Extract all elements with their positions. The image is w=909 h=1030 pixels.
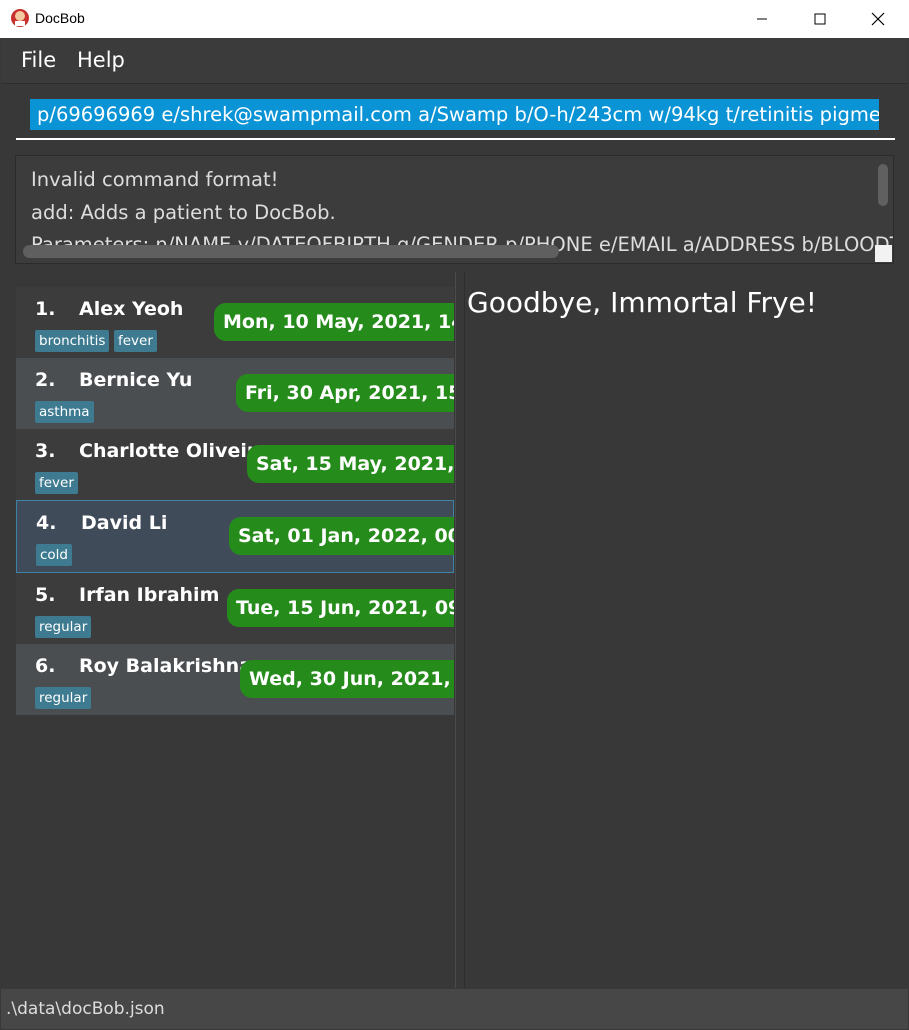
patient-tag: asthma	[35, 401, 94, 423]
data-file-path: .\data\docBob.json	[6, 999, 165, 1019]
patient-tag: regular	[35, 616, 92, 638]
patient-card[interactable]: 2. Bernice Yu asthma Fri, 30 Apr, 2021, …	[16, 358, 454, 429]
appointment-badge: Tue, 15 Jun, 2021, 09:00	[227, 589, 454, 627]
patient-card-selected[interactable]: 4. David Li cold Sat, 01 Jan, 2022, 00:0…	[16, 500, 454, 573]
details-message: Goodbye, Immortal Frye!	[467, 286, 817, 319]
vertical-scrollbar[interactable]	[878, 164, 888, 206]
result-display[interactable]: Invalid command format! add: Adds a pati…	[15, 155, 894, 264]
patient-card[interactable]: 1. Alex Yeoh bronchitis fever Mon, 10 Ma…	[16, 287, 454, 358]
command-input[interactable]: p/69696969 e/shrek@swampmail.com a/Swamp…	[30, 99, 879, 130]
status-bar: .\data\docBob.json	[1, 989, 908, 1029]
title-bar: DocBob	[0, 0, 909, 38]
close-icon	[871, 12, 885, 26]
details-panel	[466, 272, 907, 988]
appointment-badge: Wed, 30 Jun, 2021, 17:00	[240, 660, 454, 698]
minimize-icon	[757, 18, 767, 20]
appointment-badge: Sat, 15 May, 2021, 14:00	[247, 445, 454, 483]
patient-index: 3.	[35, 440, 56, 462]
patient-tag: cold	[36, 544, 73, 566]
patient-index: 4.	[36, 512, 57, 534]
appointment-badge: Mon, 10 May, 2021, 14:00	[214, 303, 454, 341]
menu-bar: File Help	[1, 38, 908, 84]
window-title: DocBob	[35, 10, 85, 26]
appointment-badge: Fri, 30 Apr, 2021, 15:00	[236, 374, 454, 412]
patient-tag: regular	[35, 687, 92, 709]
scroll-corner	[875, 245, 892, 262]
patient-name: Alex Yeoh	[79, 298, 184, 320]
patient-name: Bernice Yu	[79, 369, 193, 391]
patient-card[interactable]: 6. Roy Balakrishnan regular Wed, 30 Jun,…	[16, 644, 454, 715]
patient-name: Roy Balakrishnan	[79, 655, 266, 677]
patient-tag: bronchitis	[35, 330, 110, 352]
menu-file[interactable]: File	[21, 48, 56, 72]
close-button[interactable]	[849, 0, 907, 38]
patient-index: 5.	[35, 584, 56, 606]
result-line: Invalid command format!	[31, 168, 279, 191]
patient-name: Irfan Ibrahim	[79, 584, 220, 606]
patient-index: 2.	[35, 369, 56, 391]
patient-index: 1.	[35, 298, 56, 320]
menu-help[interactable]: Help	[77, 48, 125, 72]
patient-name: David Li	[81, 512, 168, 534]
patient-card[interactable]: 5. Irfan Ibrahim regular Tue, 15 Jun, 20…	[16, 573, 454, 644]
patient-card[interactable]: 3. Charlotte Oliveiro fever Sat, 15 May,…	[16, 429, 454, 500]
patient-name: Charlotte Oliveiro	[79, 440, 270, 462]
split-pane-divider[interactable]	[455, 272, 465, 988]
appointment-badge: Sat, 01 Jan, 2022, 00:00	[229, 517, 454, 555]
maximize-icon	[814, 13, 826, 25]
patient-tag: fever	[35, 472, 78, 494]
horizontal-scrollbar[interactable]	[23, 245, 559, 258]
patient-tag: fever	[114, 330, 157, 352]
app-logo-icon	[11, 9, 29, 27]
minimize-button[interactable]	[733, 0, 791, 38]
result-line: add: Adds a patient to DocBob.	[31, 201, 336, 224]
command-input-underline	[16, 138, 895, 140]
maximize-button[interactable]	[791, 0, 849, 38]
patient-index: 6.	[35, 655, 56, 677]
